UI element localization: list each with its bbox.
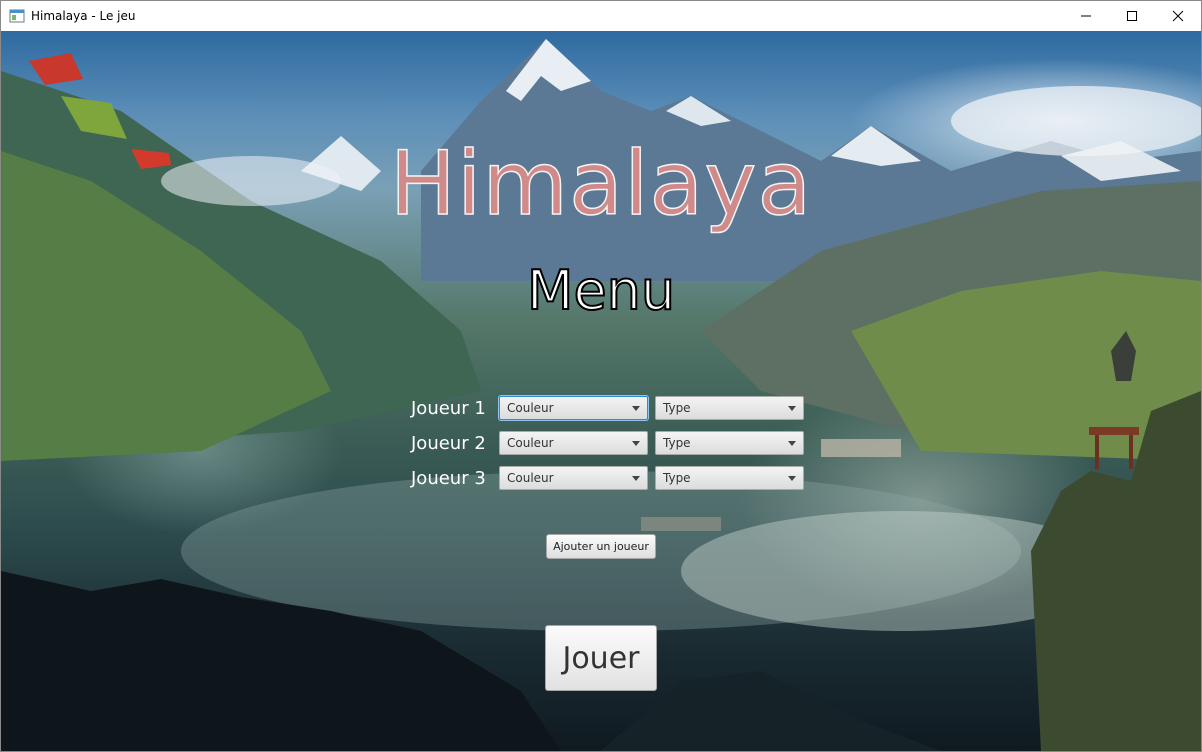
color-select[interactable]: Couleur [499, 431, 648, 455]
app-icon [9, 9, 25, 23]
maximize-button[interactable] [1109, 1, 1155, 31]
menu-heading: Menu [526, 258, 676, 323]
color-select-value: Couleur [507, 401, 554, 415]
type-select[interactable]: Type [655, 466, 804, 490]
game-stage: Himalaya Menu Joueur 1 Couleur Type Joue… [1, 31, 1201, 751]
type-select-value: Type [663, 471, 691, 485]
color-select[interactable]: Couleur [499, 466, 648, 490]
chevron-down-icon [632, 441, 640, 446]
minimize-button[interactable] [1063, 1, 1109, 31]
minimize-icon [1081, 15, 1091, 17]
title-bar[interactable]: Himalaya - Le jeu [1, 1, 1201, 31]
type-select-value: Type [663, 401, 691, 415]
player-row-1: Joueur 1 Couleur Type [401, 395, 821, 421]
maximize-icon [1127, 11, 1137, 21]
player-label: Joueur 2 [411, 432, 486, 454]
color-select-value: Couleur [507, 436, 554, 450]
close-button[interactable] [1155, 1, 1201, 31]
add-player-button[interactable]: Ajouter un joueur [546, 534, 656, 559]
app-window: Himalaya - Le jeu Himalaya Menu Joueur 1… [0, 0, 1202, 752]
game-title: Himalaya [389, 131, 813, 236]
chevron-down-icon [632, 406, 640, 411]
player-row-2: Joueur 2 Couleur Type [401, 430, 821, 456]
type-select[interactable]: Type [655, 396, 804, 420]
chevron-down-icon [632, 476, 640, 481]
play-button[interactable]: Jouer [545, 625, 657, 691]
window-title: Himalaya - Le jeu [31, 9, 136, 23]
player-label: Joueur 1 [411, 397, 486, 419]
close-icon [1172, 10, 1184, 22]
type-select[interactable]: Type [655, 431, 804, 455]
window-controls [1063, 1, 1201, 31]
player-row-3: Joueur 3 Couleur Type [401, 465, 821, 491]
chevron-down-icon [788, 476, 796, 481]
color-select-value: Couleur [507, 471, 554, 485]
type-select-value: Type [663, 436, 691, 450]
color-select[interactable]: Couleur [499, 396, 648, 420]
chevron-down-icon [788, 441, 796, 446]
player-label: Joueur 3 [411, 467, 486, 489]
chevron-down-icon [788, 406, 796, 411]
